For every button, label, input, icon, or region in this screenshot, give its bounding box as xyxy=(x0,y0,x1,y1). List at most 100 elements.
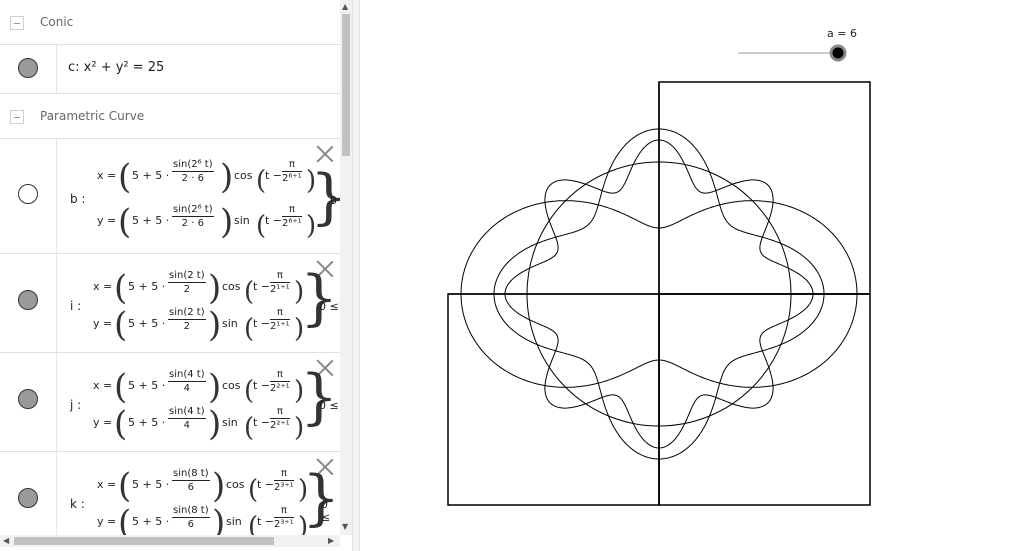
coef-text: 5 + 5 · xyxy=(132,515,170,528)
frac-num: π xyxy=(282,159,302,172)
paren-open: ( xyxy=(114,305,128,345)
coef-text: 5 + 5 · xyxy=(128,317,166,330)
y-lhs: y = xyxy=(93,317,113,330)
algebra-list: Conic c: x² + y² = 25 Parametric Curve b… xyxy=(0,0,340,535)
t-text: t − xyxy=(253,280,271,293)
frac-num: sin(2⁶ t) xyxy=(172,159,214,172)
frac-den: 2¹⁺¹ xyxy=(270,284,290,295)
t-text: t − xyxy=(257,515,275,528)
visibility-marble-icon[interactable] xyxy=(18,488,38,508)
paren-close: ) xyxy=(212,466,226,506)
square-lower-left xyxy=(447,293,660,506)
marble-column xyxy=(0,254,57,352)
paren-open: ( xyxy=(118,466,132,506)
curve-name: j : xyxy=(70,398,82,412)
curve-definition[interactable]: i : x = ( 5 + 5 · sin(2 t) 2 ) cos ( t − … xyxy=(60,254,340,352)
visibility-marble-icon[interactable] xyxy=(18,184,38,204)
collapse-icon[interactable] xyxy=(10,110,24,124)
paren-open: ( xyxy=(118,202,132,242)
t-text: t − xyxy=(265,169,283,182)
t-text: t − xyxy=(265,214,283,227)
paren-open: ( xyxy=(118,157,132,197)
fraction: π 2³⁺¹ xyxy=(274,468,294,493)
visibility-marble-icon[interactable] xyxy=(18,290,38,310)
trig-text: cos xyxy=(222,280,241,293)
coef-text: 5 + 5 · xyxy=(132,478,170,491)
trig-text: sin xyxy=(226,515,242,528)
curve-domain: 0 ≤ xyxy=(319,300,339,313)
curve-name: b : xyxy=(70,192,86,206)
paren-close: ) xyxy=(208,404,222,444)
coef-text: 5 + 5 · xyxy=(128,280,166,293)
trig-text: cos xyxy=(226,478,245,491)
fraction: π 2²⁺¹ xyxy=(270,369,290,394)
collapse-icon[interactable] xyxy=(10,16,24,30)
frac-num: sin(8 t) xyxy=(172,505,210,518)
scroll-down-icon[interactable]: ▼ xyxy=(342,522,348,531)
vertical-scroll-thumb[interactable] xyxy=(342,14,350,156)
paren-close: ) xyxy=(208,305,222,345)
frac-num: π xyxy=(274,468,294,481)
t-text: t − xyxy=(253,379,271,392)
vertical-scrollbar[interactable]: ▲ ▼ xyxy=(340,0,352,535)
frac-den: 2³⁺¹ xyxy=(274,519,294,530)
graphics-canvas[interactable] xyxy=(360,0,1035,551)
panel-divider[interactable] xyxy=(352,0,360,551)
x-lhs: x = xyxy=(93,379,113,392)
coef-text: 5 + 5 · xyxy=(128,379,166,392)
fraction: sin(2⁶ t) 2 · 6 xyxy=(172,204,214,229)
curve-definition[interactable]: j : x = ( 5 + 5 · sin(4 t) 4 ) cos ( t − … xyxy=(60,353,340,451)
visibility-marble-icon[interactable] xyxy=(18,58,38,78)
paren-open: ( xyxy=(118,503,132,535)
curve-item-j[interactable]: j : x = ( 5 + 5 · sin(4 t) 4 ) cos ( t − … xyxy=(0,353,340,452)
frac-den: 2⁶⁺¹ xyxy=(282,173,302,184)
frac-num: sin(2⁶ t) xyxy=(172,204,214,217)
x-lhs: x = xyxy=(97,478,117,491)
frac-num: sin(2 t) xyxy=(168,270,206,283)
frac-den: 2²⁺¹ xyxy=(270,420,290,431)
curve-definition[interactable]: b : x = ( 5 + 5 · sin(2⁶ t) 2 · 6 ) cos (… xyxy=(60,139,340,253)
slider-knob-icon[interactable] xyxy=(829,44,847,62)
fraction: sin(4 t) 4 xyxy=(168,369,206,394)
fraction: sin(8 t) 6 xyxy=(172,468,210,493)
horizontal-scroll-thumb[interactable] xyxy=(14,537,274,545)
curve-domain: 0 ≤ xyxy=(319,399,339,412)
conic-item-c[interactable]: c: x² + y² = 25 xyxy=(0,45,340,94)
curve-definition[interactable]: k : x = ( 5 + 5 · sin(8 t) 6 ) cos ( t − … xyxy=(60,452,340,535)
curve-item-b[interactable]: b : x = ( 5 + 5 · sin(2⁶ t) 2 · 6 ) cos (… xyxy=(0,139,340,254)
paren-close: ) xyxy=(220,157,234,197)
paren-close: ) xyxy=(212,503,226,535)
frac-den: 2 · 6 xyxy=(181,218,204,229)
fraction: sin(2⁶ t) 2 · 6 xyxy=(172,159,214,184)
visibility-marble-icon[interactable] xyxy=(18,389,38,409)
t-text: t − xyxy=(257,478,275,491)
t-text: t − xyxy=(253,317,271,330)
horizontal-scrollbar[interactable]: ◀ ▶ xyxy=(0,535,340,547)
frac-den: 2⁶⁺¹ xyxy=(282,218,302,229)
fraction: π 2²⁺¹ xyxy=(270,406,290,431)
conic-definition[interactable]: c: x² + y² = 25 xyxy=(68,60,164,75)
graphics-view[interactable]: a = 6 xyxy=(360,0,1035,551)
frac-num: π xyxy=(282,204,302,217)
curve-item-k[interactable]: k : x = ( 5 + 5 · sin(8 t) 6 ) cos ( t − … xyxy=(0,452,340,535)
scroll-left-icon[interactable]: ◀ xyxy=(3,536,9,545)
frac-den: 2³⁺¹ xyxy=(274,482,294,493)
category-label: Parametric Curve xyxy=(40,109,145,123)
paren-close: ) xyxy=(208,367,222,407)
scroll-right-icon[interactable]: ▶ xyxy=(328,536,334,545)
frac-num: π xyxy=(274,505,294,518)
scroll-up-icon[interactable]: ▲ xyxy=(342,2,348,11)
category-parametric-curve[interactable]: Parametric Curve xyxy=(0,94,340,139)
fraction: sin(2 t) 2 xyxy=(168,270,206,295)
frac-den: 4 xyxy=(183,383,190,394)
curve-item-i[interactable]: i : x = ( 5 + 5 · sin(2 t) 2 ) cos ( t − … xyxy=(0,254,340,353)
frac-den: 6 xyxy=(187,482,194,493)
frac-num: sin(4 t) xyxy=(168,369,206,382)
category-conic[interactable]: Conic xyxy=(0,0,340,45)
frac-num: π xyxy=(270,369,290,382)
coef-text: 5 + 5 · xyxy=(132,169,170,182)
frac-num: π xyxy=(270,307,290,320)
curve-name: k : xyxy=(70,497,85,511)
algebra-view: Conic c: x² + y² = 25 Parametric Curve b… xyxy=(0,0,352,551)
frac-num: π xyxy=(270,270,290,283)
